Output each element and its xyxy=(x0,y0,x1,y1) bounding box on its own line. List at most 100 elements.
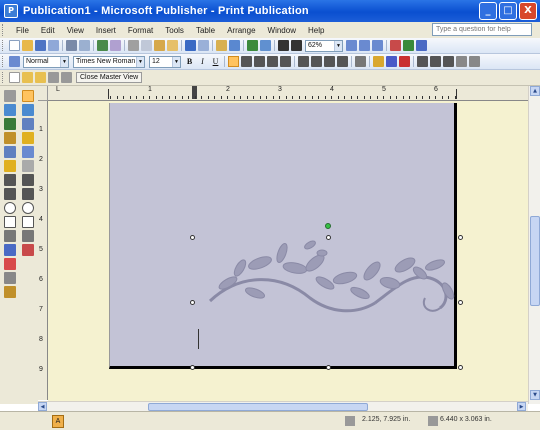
fill-color-icon[interactable] xyxy=(373,56,384,67)
vertical-ruler[interactable]: 1 2 3 4 5 6 7 8 9 xyxy=(38,101,48,400)
toolbar-grip-icon[interactable] xyxy=(2,72,5,83)
style-combo[interactable]: Normal ▼ xyxy=(23,55,69,68)
rotate-icon[interactable] xyxy=(22,160,34,172)
resize-handle[interactable] xyxy=(458,300,463,305)
rectangle-icon[interactable] xyxy=(4,216,16,228)
draw-oval-icon[interactable] xyxy=(22,202,34,214)
underline-button[interactable]: U xyxy=(210,56,221,67)
new-master-icon[interactable] xyxy=(22,72,33,83)
oval-icon[interactable] xyxy=(4,202,16,214)
maximize-button[interactable]: □ xyxy=(499,2,517,20)
resize-handle[interactable] xyxy=(458,365,463,370)
duplicate-master-icon[interactable] xyxy=(35,72,46,83)
select-objects-icon[interactable] xyxy=(4,90,16,102)
align-right-icon[interactable] xyxy=(254,56,265,67)
zoom-out-icon[interactable] xyxy=(346,40,357,51)
rotation-handle-icon[interactable] xyxy=(325,223,331,229)
line-style-icon[interactable] xyxy=(417,56,428,67)
pilcrow-icon[interactable] xyxy=(291,40,302,51)
picture-icon[interactable] xyxy=(22,118,34,130)
vertical-scrollbar[interactable]: ▲ ▼ xyxy=(528,86,540,404)
draw-rectangle-icon[interactable] xyxy=(22,216,34,228)
horizontal-ruler[interactable]: L 1 2 3 4 5 6 xyxy=(48,86,528,101)
line-color-icon[interactable] xyxy=(386,56,397,67)
menu-insert[interactable]: Insert xyxy=(90,26,122,35)
menu-arrange[interactable]: Arrange xyxy=(221,26,261,35)
resize-handle[interactable] xyxy=(190,235,195,240)
horizontal-scrollbar[interactable]: ◀ ▶ xyxy=(38,401,528,411)
vertical-scroll-thumb[interactable] xyxy=(530,216,540,306)
resize-handle[interactable] xyxy=(326,365,331,370)
edit-master-icon[interactable] xyxy=(9,72,20,83)
menu-view[interactable]: View xyxy=(61,26,90,35)
3d-style-icon[interactable] xyxy=(469,56,480,67)
font-size-combo[interactable]: 12 ▼ xyxy=(149,55,181,68)
mail-icon[interactable] xyxy=(416,40,427,51)
bullets-icon[interactable] xyxy=(311,56,322,67)
toolbar-grip-icon[interactable] xyxy=(2,56,5,67)
copy-icon[interactable] xyxy=(141,40,152,51)
new-icon[interactable] xyxy=(9,40,20,51)
paste-icon[interactable] xyxy=(154,40,165,51)
design-gallery-object-icon[interactable] xyxy=(4,286,16,298)
shapes-icon[interactable] xyxy=(22,230,34,242)
text-icon[interactable] xyxy=(22,104,34,116)
bring-to-front-icon[interactable] xyxy=(216,40,227,51)
options-icon[interactable] xyxy=(390,40,401,51)
font-combo[interactable]: Times New Roman ▼ xyxy=(73,55,145,68)
draw-line-icon[interactable] xyxy=(22,174,34,186)
chevron-down-icon[interactable]: ▼ xyxy=(60,56,68,67)
form-control-icon[interactable] xyxy=(4,258,16,270)
resize-handle[interactable] xyxy=(190,365,195,370)
menu-file[interactable]: File xyxy=(10,26,35,35)
scroll-up-icon[interactable]: ▲ xyxy=(530,86,540,96)
dash-style-icon[interactable] xyxy=(430,56,441,67)
arrow-icon[interactable] xyxy=(4,188,16,200)
chart-icon[interactable] xyxy=(22,132,34,144)
help-search-input[interactable] xyxy=(436,24,531,35)
toolbar-grip-icon[interactable] xyxy=(2,40,5,51)
justify-icon[interactable] xyxy=(267,56,278,67)
picture-frame-icon[interactable] xyxy=(4,146,16,158)
resize-handle[interactable] xyxy=(326,235,331,240)
bold-button[interactable]: B xyxy=(184,56,195,67)
page-sorter-icon[interactable]: A xyxy=(52,415,64,428)
close-button[interactable]: X xyxy=(519,2,537,20)
print-icon[interactable] xyxy=(66,40,77,51)
cut-icon[interactable] xyxy=(128,40,139,51)
zoom-combo[interactable]: 62% ▼ xyxy=(305,39,343,52)
font-color-icon[interactable] xyxy=(399,56,410,67)
align-center-icon[interactable] xyxy=(241,56,252,67)
menu-grip-icon[interactable] xyxy=(2,24,5,36)
resize-handle[interactable] xyxy=(190,300,195,305)
scroll-down-icon[interactable]: ▼ xyxy=(530,390,540,400)
pointer-icon[interactable] xyxy=(22,90,34,102)
resize-handle[interactable] xyxy=(458,235,463,240)
vine-ornament-graphic[interactable] xyxy=(110,103,458,369)
insert-table-icon[interactable] xyxy=(247,40,258,51)
italic-button[interactable]: I xyxy=(197,56,208,67)
menu-edit[interactable]: Edit xyxy=(35,26,61,35)
scroll-right-icon[interactable]: ▶ xyxy=(517,402,526,411)
insert-table-icon[interactable] xyxy=(4,118,16,130)
chevron-down-icon[interactable]: ▼ xyxy=(136,56,144,67)
columns-icon[interactable] xyxy=(278,40,289,51)
line-icon[interactable] xyxy=(4,174,16,186)
minimize-button[interactable]: _ xyxy=(479,2,497,20)
menu-tools[interactable]: Tools xyxy=(159,26,190,35)
link-icon[interactable] xyxy=(22,244,34,256)
decrease-indent-icon[interactable] xyxy=(324,56,335,67)
save-icon[interactable] xyxy=(35,40,46,51)
undo-icon[interactable] xyxy=(185,40,196,51)
font-size-decrease-icon[interactable] xyxy=(355,56,366,67)
menu-table[interactable]: Table xyxy=(190,26,221,35)
two-page-master-icon[interactable] xyxy=(61,72,72,83)
chevron-down-icon[interactable]: ▼ xyxy=(172,56,180,67)
align-left-icon[interactable] xyxy=(228,56,239,67)
close-master-view-button[interactable]: Close Master View xyxy=(76,72,143,83)
publication-page[interactable] xyxy=(109,103,463,370)
arrow-style-icon[interactable] xyxy=(443,56,454,67)
scroll-left-icon[interactable]: ◀ xyxy=(38,402,47,411)
spelling-icon[interactable] xyxy=(97,40,108,51)
clip-art-icon[interactable] xyxy=(4,160,16,172)
